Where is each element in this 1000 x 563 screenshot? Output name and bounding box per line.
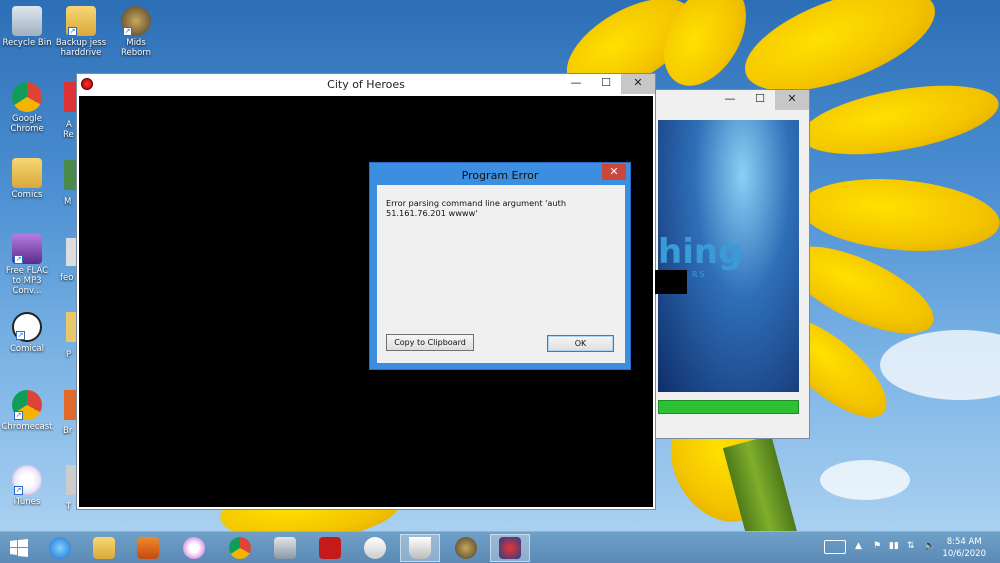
cup-icon xyxy=(409,537,431,559)
desktop-icon-comics[interactable]: Comics xyxy=(1,158,53,200)
show-hidden-icons-icon[interactable]: ▲ xyxy=(855,541,862,563)
taskbar-acrobat[interactable] xyxy=(310,534,350,562)
cloud xyxy=(820,460,910,500)
foobar-icon xyxy=(364,537,386,559)
network-icon[interactable]: ▮▮ xyxy=(889,541,899,563)
launcher-logo: hing xyxy=(658,232,743,272)
taskbar-media-player[interactable] xyxy=(128,534,168,562)
connection-icon[interactable]: ⇅ xyxy=(907,541,915,563)
launcher-titlebar[interactable]: — ☐ ✕ xyxy=(652,90,809,111)
desktop-icon-mids-reborn[interactable]: ↗ Mids Reborn xyxy=(110,6,162,58)
desktop-icon-itunes[interactable]: ↗ iTunes xyxy=(1,465,53,507)
taskbar-file-explorer[interactable] xyxy=(84,534,124,562)
media-player-icon xyxy=(137,537,159,559)
cloud xyxy=(880,330,1000,400)
desktop-icon-comical[interactable]: ↗ Comical xyxy=(1,312,53,354)
desktop-icon-label: Chromecast xyxy=(1,422,53,432)
flac-converter-icon: ↗ xyxy=(12,234,42,264)
coh-window-controls: — ☐ ✕ xyxy=(561,74,655,94)
desktop-icon-label: Google Chrome xyxy=(10,114,44,134)
ie-icon xyxy=(49,537,71,559)
coh-titlebar[interactable]: City of Heroes — ☐ ✕ xyxy=(77,74,655,95)
launcher-window-controls: — ☐ ✕ xyxy=(715,90,809,110)
recycle-bin-icon xyxy=(12,6,42,36)
copy-to-clipboard-button[interactable]: Copy to Clipboard xyxy=(386,334,474,351)
taskbar-clock[interactable]: 8:54 AM 10/6/2020 xyxy=(942,536,986,560)
minimize-button[interactable]: — xyxy=(561,74,591,94)
taskbar-cup-app[interactable] xyxy=(400,534,440,562)
taskbar-scanner[interactable] xyxy=(265,534,305,562)
close-button[interactable]: ✕ xyxy=(621,74,655,94)
folder-icon xyxy=(12,158,42,188)
launcher-banner: hing RS xyxy=(658,120,799,392)
maximize-button[interactable]: ☐ xyxy=(591,74,621,94)
desktop-icon-label: Free FLAC to MP3 Conv... xyxy=(5,266,49,296)
keyboard-icon[interactable] xyxy=(824,540,846,554)
desktop-icon-recycle-bin[interactable]: Recycle Bin xyxy=(1,6,53,48)
chrome-icon xyxy=(12,82,42,112)
minimize-button[interactable]: — xyxy=(715,90,745,110)
file-explorer-icon xyxy=(93,537,115,559)
partial-icon-label: M xyxy=(64,197,72,207)
desktop-icon-flac-converter[interactable]: ↗ Free FLAC to MP3 Conv... xyxy=(1,234,53,296)
ok-button[interactable]: OK xyxy=(547,335,614,352)
taskbar-city-of-heroes[interactable] xyxy=(490,534,530,562)
desktop-icon-label: iTunes xyxy=(13,497,41,507)
partial-icon-label: P xyxy=(66,350,72,360)
windows-start-icon xyxy=(10,539,28,557)
partial-icon-label: Re xyxy=(63,130,74,140)
taskbar-mids-reborn[interactable] xyxy=(446,534,486,562)
desktop-icon-chrome[interactable]: Google Chrome xyxy=(1,82,53,134)
taskbar-foobar[interactable] xyxy=(355,534,395,562)
dialog-body: Error parsing command line argument 'aut… xyxy=(377,185,625,363)
maximize-button[interactable]: ☐ xyxy=(745,90,775,110)
action-center-flag-icon[interactable]: ⚑ xyxy=(873,541,881,563)
partial-icon-label: A xyxy=(66,120,72,130)
launcher-logo-sub: RS xyxy=(692,270,707,279)
desktop-icon-chromecast[interactable]: ↗ Chromecast xyxy=(1,390,53,432)
start-button[interactable] xyxy=(0,534,38,562)
dialog-close-button[interactable]: ✕ xyxy=(602,164,626,180)
taskbar-ie[interactable] xyxy=(40,534,80,562)
volume-muted-icon[interactable]: 🔈 xyxy=(924,541,935,563)
acrobat-icon xyxy=(319,537,341,559)
partial-icon-label: feo xyxy=(60,273,74,283)
partial-icon-label: T xyxy=(66,502,72,512)
desktop-icon-backup-folder[interactable]: ↗ Backup jess harddrive xyxy=(55,6,107,58)
clock-time: 8:54 AM xyxy=(946,537,982,547)
taskbar-chrome[interactable] xyxy=(220,534,260,562)
launcher-progress-bar xyxy=(658,400,799,414)
taskbar-itunes[interactable] xyxy=(174,534,214,562)
overlay-block xyxy=(655,270,687,294)
city-of-heroes-icon xyxy=(499,537,521,559)
chrome-icon xyxy=(229,537,251,559)
desktop-icon-label: Comical xyxy=(9,344,45,354)
error-message: Error parsing command line argument 'aut… xyxy=(386,198,567,218)
dialog-title: Program Error xyxy=(461,169,539,182)
folder-icon: ↗ xyxy=(66,6,96,36)
desktop-icon-label: Recycle Bin xyxy=(2,38,52,48)
launcher-window[interactable]: — ☐ ✕ hing RS xyxy=(651,89,810,439)
program-error-dialog[interactable]: Program Error ✕ Error parsing command li… xyxy=(369,162,631,370)
chromecast-icon: ↗ xyxy=(12,390,42,420)
clock-date: 10/6/2020 xyxy=(942,549,986,559)
mids-reborn-icon: ↗ xyxy=(121,6,151,36)
taskbar: ▲ ⚑ ▮▮ ⇅ 🔈 8:54 AM 10/6/2020 xyxy=(0,531,1000,563)
mids-reborn-icon xyxy=(455,537,477,559)
partial-icon-label: Br xyxy=(63,426,73,436)
desktop-icon-label: Backup jess harddrive xyxy=(55,38,107,58)
comical-icon: ↗ xyxy=(12,312,42,342)
desktop-icon-label: Comics xyxy=(11,190,43,200)
sunflower-petal xyxy=(796,73,1000,167)
scanner-icon xyxy=(274,537,296,559)
desktop-icon-label: Mids Reborn xyxy=(120,38,152,58)
itunes-icon xyxy=(183,537,205,559)
close-button[interactable]: ✕ xyxy=(775,90,809,110)
sunflower-petal xyxy=(797,171,1000,259)
itunes-icon: ↗ xyxy=(12,465,42,495)
